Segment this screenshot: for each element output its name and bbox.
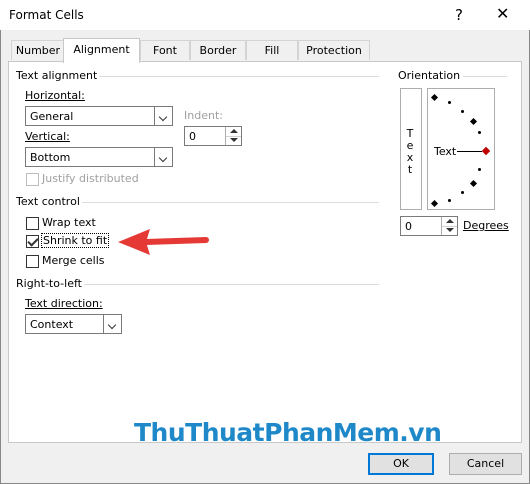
degrees-stepper[interactable]: 0 [400, 216, 458, 236]
orientation-marker [461, 110, 464, 113]
watermark-text: ThuThuatPhanMem.vn [134, 418, 442, 447]
vertical-text-label: Text [405, 128, 415, 176]
tab-font[interactable]: Font [140, 40, 190, 60]
text-control-group-label: Text control [16, 195, 80, 208]
wrap-text-checkbox[interactable] [26, 217, 39, 230]
merge-cells-checkbox[interactable] [26, 255, 39, 268]
rtl-group-label: Right-to-left [16, 277, 82, 290]
spin-down-icon[interactable] [442, 226, 457, 235]
shrink-to-fit-label: Shrink to fit [40, 233, 110, 248]
degrees-spin-buttons [441, 217, 457, 235]
tab-fill[interactable]: Fill [246, 40, 298, 60]
vertical-label: Vertical: [25, 130, 70, 143]
ok-button[interactable]: OK [368, 453, 434, 475]
wrap-text-label: Wrap text [42, 216, 96, 229]
indent-value: 0 [189, 130, 196, 143]
group-separator [463, 76, 507, 77]
cancel-button[interactable]: Cancel [449, 453, 522, 475]
orientation-text-label: Text [434, 145, 457, 158]
annotation-arrow-icon [118, 229, 209, 255]
indent-spin-buttons [225, 127, 241, 145]
text-direction-label: Text direction: [25, 297, 103, 310]
dialog-title: Format Cells [9, 8, 84, 22]
vertical-text: Text [406, 127, 414, 176]
text-alignment-group-label: Text alignment [16, 69, 98, 82]
orientation-marker [478, 168, 481, 171]
group-separator [99, 76, 379, 77]
horizontal-select[interactable]: General [25, 106, 173, 126]
spin-down-icon[interactable] [226, 136, 241, 145]
orientation-marker [461, 191, 464, 194]
tab-number[interactable]: Number [11, 40, 65, 60]
horizontal-label: Horizontal: [25, 89, 85, 102]
justify-distributed-label: Justify distributed [42, 172, 139, 185]
indent-label: Indent: [184, 109, 223, 122]
group-separator [82, 202, 379, 203]
horizontal-value: General [30, 110, 74, 123]
merge-cells-label: Merge cells [42, 254, 105, 267]
degrees-value: 0 [405, 220, 412, 233]
indent-stepper[interactable]: 0 [184, 126, 242, 146]
tab-alignment[interactable]: Alignment [63, 38, 140, 63]
chevron-down-icon [103, 315, 121, 333]
watermark: ThuThuatPhanMem.vn [134, 418, 442, 447]
text-direction-value: Context [30, 318, 74, 331]
justify-distributed-checkbox[interactable] [26, 173, 39, 186]
chevron-down-icon [154, 107, 172, 125]
vertical-value: Bottom [30, 151, 71, 164]
orientation-marker [448, 101, 451, 104]
tab-border[interactable]: Border [190, 40, 246, 60]
orientation-needle [457, 151, 482, 152]
orientation-group-label: Orientation [398, 69, 461, 82]
shrink-to-fit-checkbox[interactable] [26, 235, 39, 248]
chevron-down-icon [154, 148, 172, 166]
group-separator [84, 284, 379, 285]
orientation-marker [478, 131, 481, 134]
help-button[interactable]: ? [455, 6, 463, 24]
degrees-label: Degrees [463, 219, 509, 232]
text-direction-select[interactable]: Context [25, 314, 122, 334]
vertical-select[interactable]: Bottom [25, 147, 173, 167]
tab-protection[interactable]: Protection [298, 40, 370, 60]
orientation-marker [448, 199, 451, 202]
close-button[interactable]: ✕ [496, 4, 509, 23]
